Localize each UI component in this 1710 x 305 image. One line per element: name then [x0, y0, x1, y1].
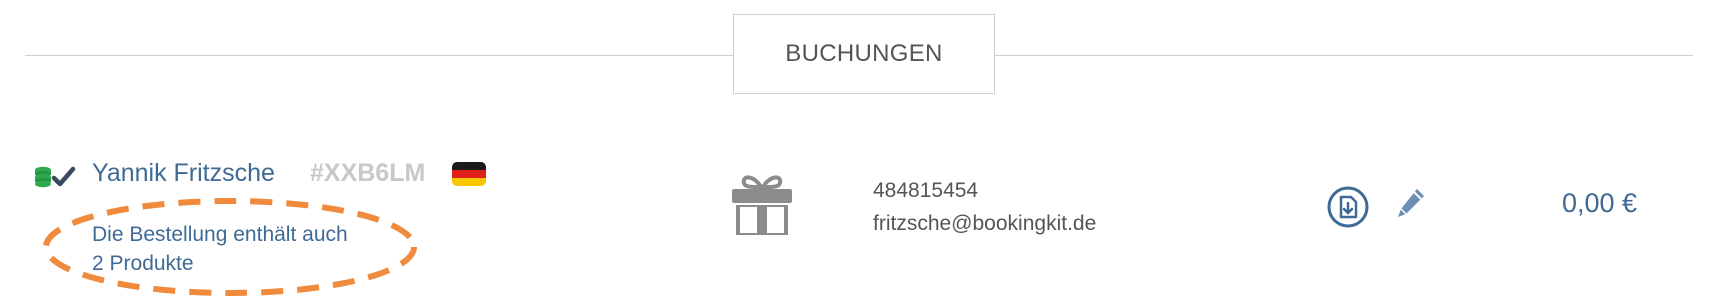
products-note[interactable]: Die Bestellung enthält auch 2 Produkte	[92, 220, 402, 278]
section-title: BUCHUNGEN	[733, 14, 995, 94]
download-icon[interactable]	[1326, 185, 1370, 229]
coins-paid-icon	[35, 166, 51, 188]
contact-info: 484815454 fritzsche@bookingkit.de	[873, 174, 1096, 240]
email-address: fritzsche@bookingkit.de	[873, 212, 1097, 235]
gift-icon	[732, 175, 792, 235]
germany-flag-icon	[452, 162, 486, 186]
customer-name-link[interactable]: Yannik Fritzsche	[92, 159, 275, 188]
products-note-line2: 2 Produkte	[92, 252, 194, 275]
booking-price: 0,00 €	[1562, 188, 1638, 218]
booking-row[interactable]: Yannik Fritzsche #XXB6LM Die Bestellung …	[0, 150, 1710, 300]
products-note-line1: Die Bestellung enthält auch	[92, 223, 348, 246]
booking-code: #XXB6LM	[310, 159, 426, 187]
checkmark-icon	[51, 166, 76, 187]
payment-status-icons	[35, 166, 76, 188]
edit-icon[interactable]	[1395, 186, 1427, 220]
phone-number: 484815454	[873, 179, 979, 202]
